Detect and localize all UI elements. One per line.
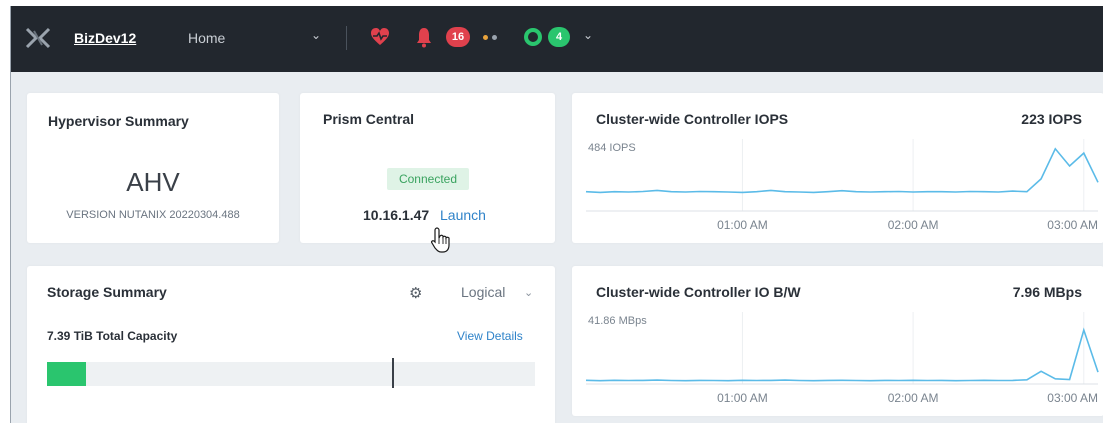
hypervisor-summary-widget: Hypervisor Summary AHV VERSION NUTANIX 2… bbox=[27, 93, 279, 243]
divider bbox=[346, 26, 347, 50]
warning-dot-icon bbox=[483, 35, 488, 40]
widget-title: Prism Central bbox=[323, 111, 415, 127]
connection-status-badge: Connected bbox=[387, 168, 469, 190]
series-line-0 bbox=[585, 147, 1099, 194]
hypervisor-version: VERSION NUTANIX 20220304.488 bbox=[66, 209, 240, 221]
gear-icon[interactable]: ⚙ bbox=[409, 284, 422, 302]
x-tick-label: 02:00 AM bbox=[888, 218, 939, 232]
peak-label: 41.86 MBps bbox=[588, 315, 647, 327]
chart-current-value: 7.96 MBps bbox=[1012, 284, 1082, 300]
x-tick-label: 02:00 AM bbox=[888, 391, 939, 405]
resilient-capacity-marker bbox=[391, 358, 394, 388]
storage-usage-bar bbox=[47, 358, 535, 388]
chevron-down-icon[interactable]: ⌄ bbox=[583, 28, 593, 42]
alert-bell-icon[interactable] bbox=[415, 26, 433, 48]
nutanix-logo-icon[interactable] bbox=[25, 26, 51, 50]
total-capacity-label: 7.39 TiB Total Capacity bbox=[47, 329, 178, 343]
x-tick-label: 01:00 AM bbox=[717, 218, 768, 232]
top-navigation-bar: BizDev12 Home ⌄ 16 4 ⌄ bbox=[11, 6, 1103, 72]
controller-iops-widget: 484 IOPS 01:00 AM 02:00 AM 03:00 AM Cluster… bbox=[572, 93, 1103, 243]
storage-used-fill bbox=[47, 362, 87, 386]
hypervisor-name: AHV bbox=[126, 167, 180, 197]
nav-home-dropdown[interactable]: Home bbox=[188, 30, 225, 46]
hand-pointer-cursor-icon bbox=[431, 227, 450, 253]
peak-label: 484 IOPS bbox=[588, 142, 636, 154]
chevron-down-icon[interactable]: ⌄ bbox=[311, 28, 321, 42]
info-dot-icon bbox=[492, 35, 497, 40]
chart-title: Cluster-wide Controller IOPS bbox=[596, 111, 789, 127]
tasks-count-badge[interactable]: 4 bbox=[548, 27, 570, 47]
cluster-name-link[interactable]: BizDev12 bbox=[74, 30, 136, 46]
storage-summary-widget: Storage Summary ⚙ Logical ⌄ 7.39 TiB Tot… bbox=[27, 266, 555, 423]
series-line-0 bbox=[585, 327, 1099, 382]
app-frame: BizDev12 Home ⌄ 16 4 ⌄ Hypervisor Summar… bbox=[10, 6, 1103, 423]
widget-title: Storage Summary bbox=[47, 284, 167, 300]
alerts-count-badge[interactable]: 16 bbox=[446, 27, 470, 47]
tasks-ring-icon[interactable] bbox=[524, 28, 542, 46]
chevron-down-icon[interactable]: ⌄ bbox=[524, 286, 533, 299]
x-tick-label: 03:00 AM bbox=[1047, 218, 1098, 232]
view-details-link[interactable]: View Details bbox=[457, 329, 523, 343]
controller-bandwidth-widget: 41.86 MBps 01:00 AM 02:00 AM 03:00 AM Clust… bbox=[572, 266, 1103, 416]
chart-current-value: 223 IOPS bbox=[1021, 111, 1082, 127]
storage-view-dropdown[interactable]: Logical bbox=[461, 284, 505, 300]
prism-central-widget: Prism Central Connected 10.16.1.47 Launc… bbox=[300, 93, 555, 253]
prism-central-ip: 10.16.1.47 bbox=[363, 207, 430, 223]
widget-title: Hypervisor Summary bbox=[48, 113, 189, 129]
health-heart-icon[interactable] bbox=[370, 27, 390, 47]
chart-title: Cluster-wide Controller IO B/W bbox=[596, 284, 801, 300]
x-tick-label: 03:00 AM bbox=[1047, 391, 1098, 405]
x-tick-label: 01:00 AM bbox=[717, 391, 768, 405]
launch-link[interactable]: Launch bbox=[440, 207, 486, 223]
